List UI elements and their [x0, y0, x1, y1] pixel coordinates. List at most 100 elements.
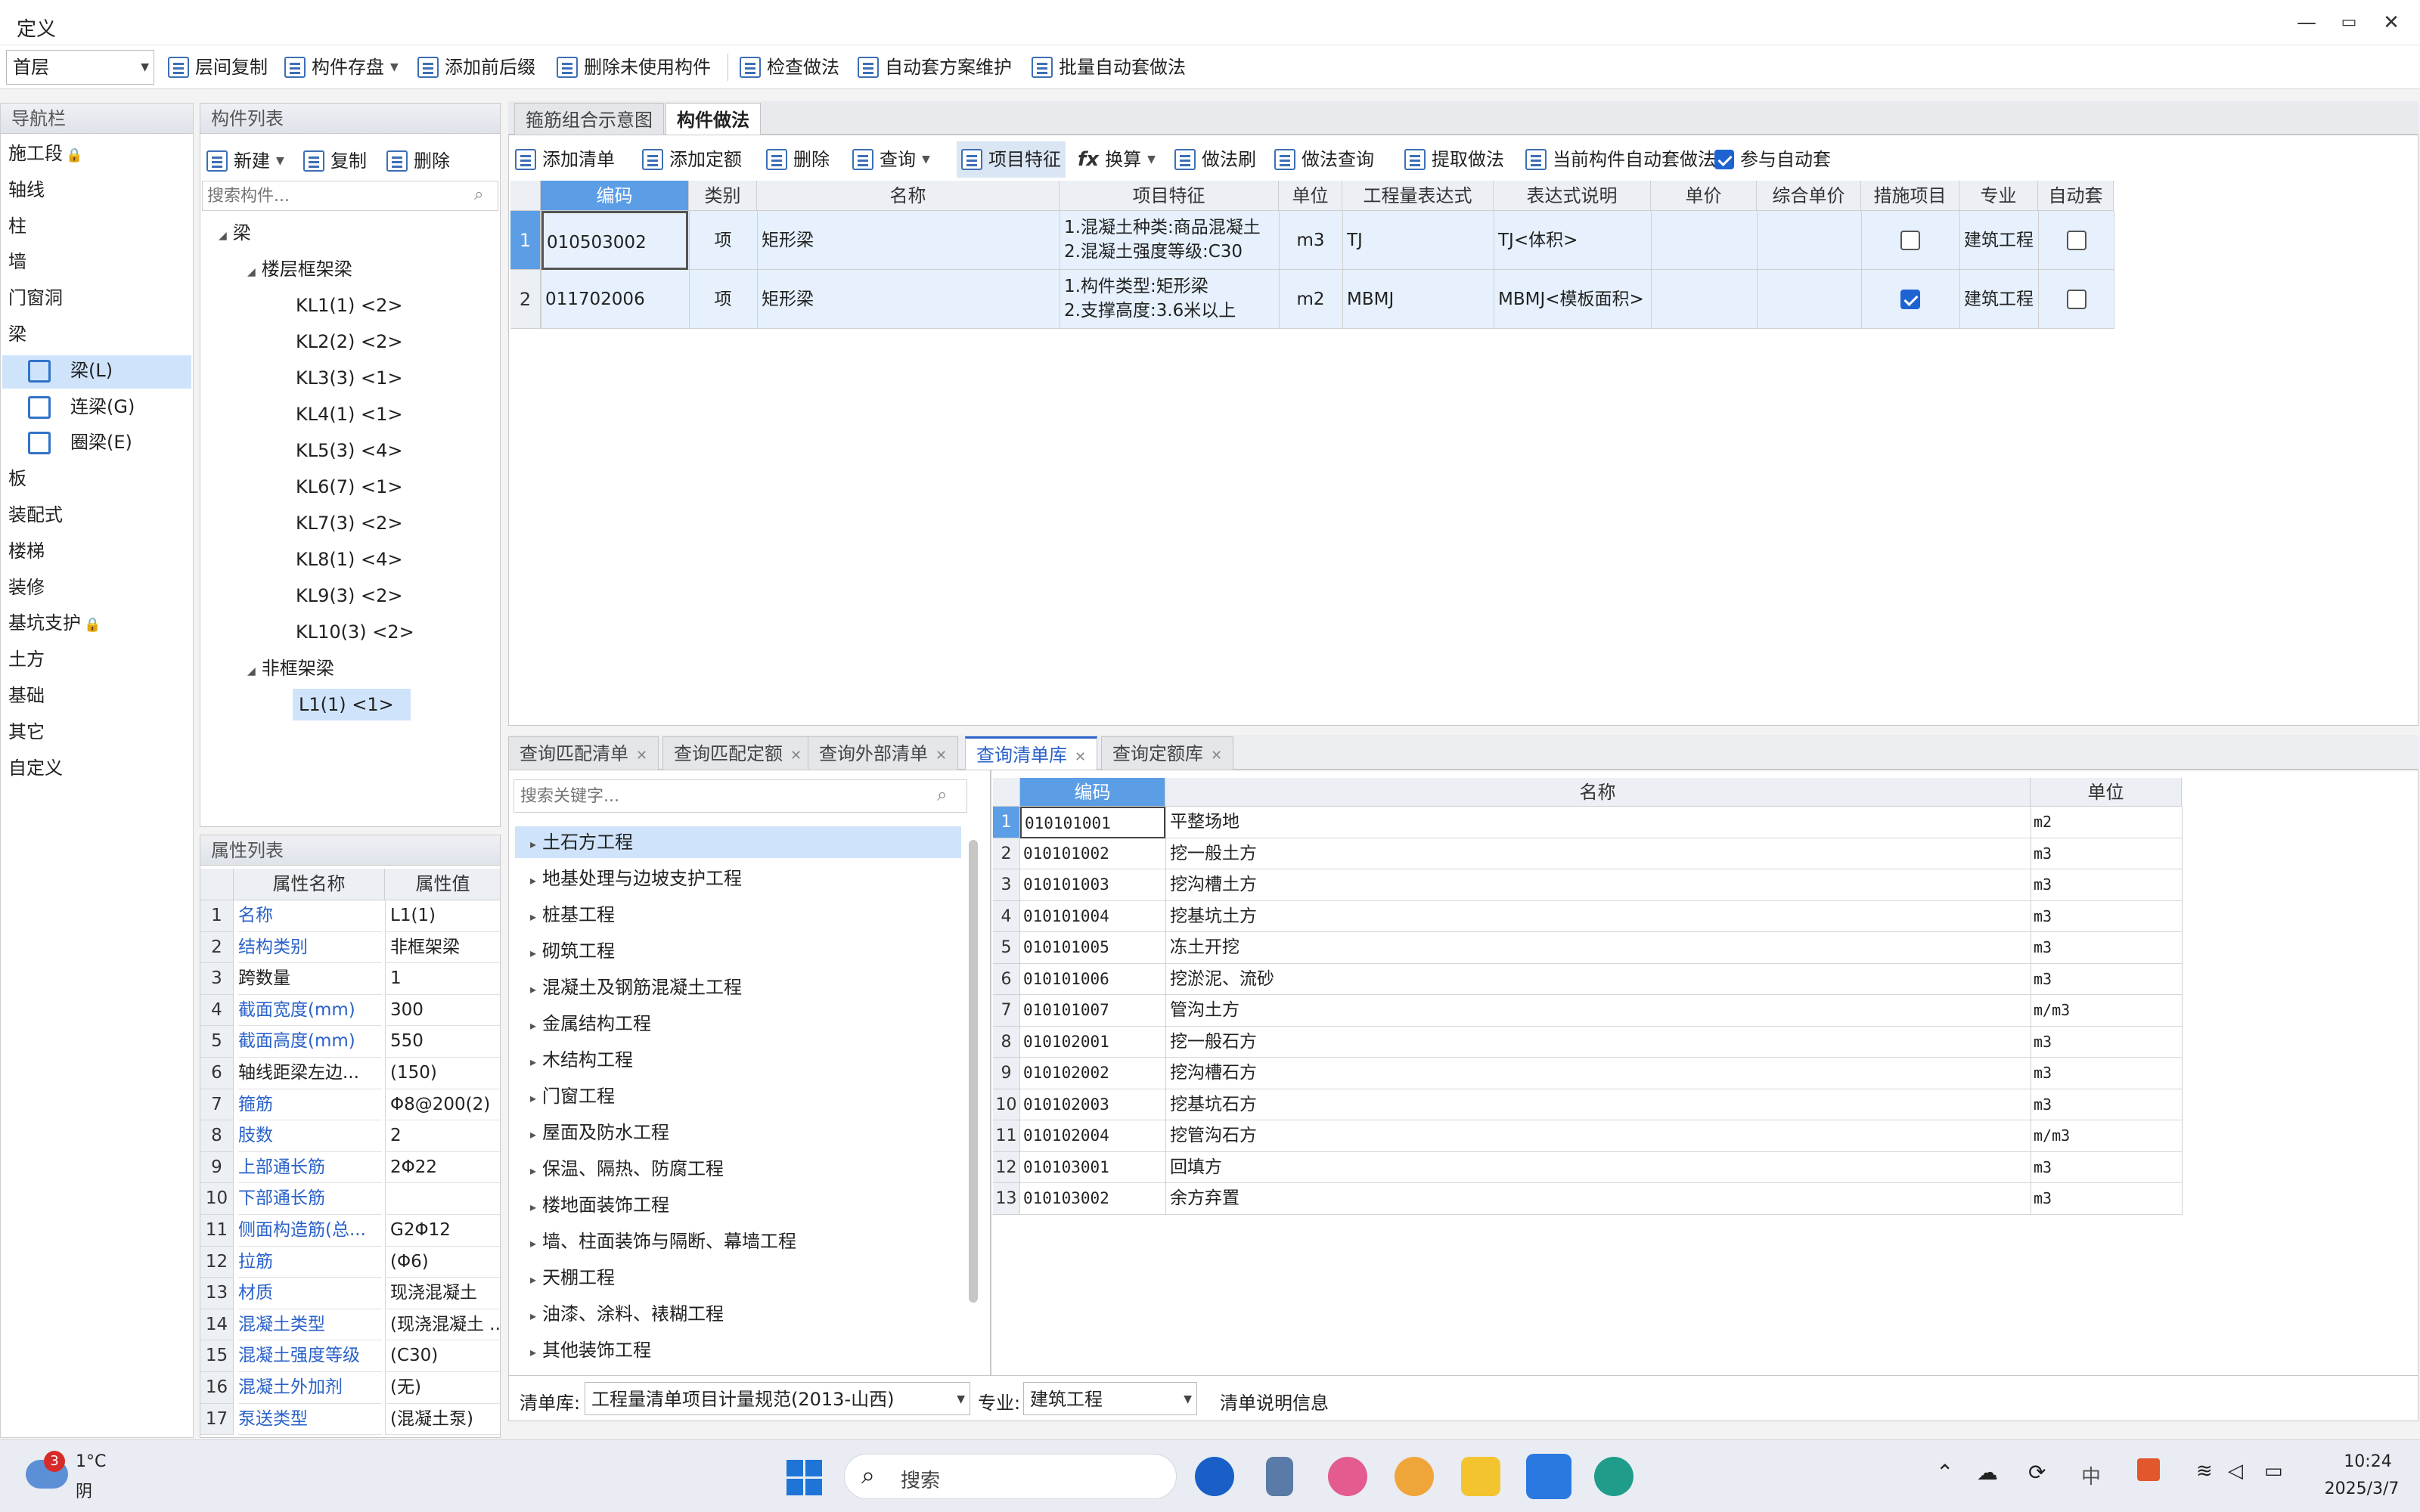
cell-unit[interactable]: m3 — [2034, 1089, 2179, 1121]
cell-desc[interactable]: MBMJ<模板面积> — [1498, 270, 1646, 329]
library-category[interactable]: ▸ 其他装饰工程 — [515, 1334, 961, 1366]
auto-scheme-button[interactable]: 自动套方案维护 — [858, 49, 1012, 85]
query-tab[interactable]: 查询匹配定额 ✕ — [662, 736, 814, 770]
cell-unit[interactable]: m3 — [2034, 838, 2179, 870]
library-category[interactable]: ▸ 桩基工程 — [515, 899, 961, 931]
save-component-button[interactable]: 构件存盘 ▼ — [284, 49, 399, 85]
cell-code[interactable]: 011702006 — [545, 270, 684, 329]
tab-component-method[interactable]: 构件做法 — [666, 103, 761, 136]
copy-floor-button[interactable]: 层间复制 — [168, 49, 268, 85]
bird-app-icon[interactable] — [1395, 1457, 1434, 1496]
cell-type[interactable]: 项 — [693, 211, 752, 270]
cell-unit[interactable]: m3 — [2034, 901, 2179, 933]
property-value[interactable]: 550 — [385, 1026, 500, 1058]
library-search-input[interactable] — [513, 779, 967, 813]
nav-item[interactable]: 板 — [8, 463, 187, 497]
checkbox[interactable] — [1714, 150, 1734, 169]
nav-item[interactable]: 梁(L) — [2, 355, 191, 389]
query-tab[interactable]: 查询匹配清单 ✕ — [508, 736, 659, 770]
cell-unit[interactable]: m3 — [2034, 932, 2179, 964]
splitter[interactable] — [990, 770, 991, 1375]
cell-code[interactable]: 010101002 — [1023, 838, 1162, 870]
nav-item[interactable]: 楼梯 — [8, 536, 187, 569]
property-value[interactable]: 现浇混凝土 — [385, 1278, 500, 1309]
library-category[interactable]: ▸ 土石方工程 — [515, 826, 961, 858]
cell-name[interactable]: 平整场地 — [1170, 807, 2026, 838]
nav-item[interactable]: 其它 — [8, 717, 187, 750]
library-select[interactable]: 工程量清单项目计量规范(2013-山西) ▼ — [585, 1382, 970, 1415]
cell-unit[interactable]: m3 — [2034, 869, 2179, 901]
chevron-up-icon[interactable]: ⌃ — [1936, 1460, 1953, 1485]
copy-component-button[interactable]: 复制 — [303, 143, 367, 179]
cell-name[interactable]: 挖基坑土方 — [1170, 901, 2026, 933]
cell-code[interactable]: 010101001 — [1020, 807, 1165, 838]
floor-select[interactable]: 首层 ▼ — [6, 50, 154, 85]
cell-code[interactable]: 010102002 — [1023, 1058, 1162, 1089]
nav-item[interactable]: 装配式 — [8, 500, 187, 533]
property-value[interactable]: (现浇混凝土 .. — [385, 1309, 500, 1341]
cell-major[interactable]: 建筑工程 — [1964, 270, 2034, 329]
property-value[interactable]: 2Φ22 — [385, 1151, 500, 1184]
auto-checkbox[interactable] — [2067, 231, 2086, 250]
library-category[interactable]: ▸ 天棚工程 — [515, 1262, 961, 1294]
close-icon[interactable]: ✕ — [636, 748, 647, 764]
tree-item[interactable]: KL4(1) <1> — [296, 398, 403, 430]
nav-item[interactable]: 柱 — [8, 211, 187, 244]
measure-checkbox[interactable] — [1900, 290, 1920, 309]
nav-item[interactable]: 轴线 — [8, 175, 187, 208]
nav-item[interactable]: 自定义 — [8, 753, 187, 786]
restore-button[interactable]: ▭ — [2326, 8, 2372, 38]
tree-group-nonframe[interactable]: ◢ 非框架梁 — [247, 652, 334, 687]
check-method-button[interactable]: 检查做法 — [740, 49, 839, 85]
battery-icon[interactable]: ▭ — [2264, 1460, 2283, 1483]
add-prefix-button[interactable]: 添加前后缀 — [417, 49, 535, 85]
nav-item[interactable]: 圈梁(E) — [2, 427, 191, 460]
property-value[interactable]: (无) — [385, 1372, 500, 1404]
nav-item[interactable]: 墙 — [8, 246, 187, 280]
item-feature-button[interactable]: 项目特征 — [957, 141, 1066, 178]
library-category[interactable]: ▸ 砌筑工程 — [515, 935, 961, 967]
method-query-button[interactable]: 做法查询 — [1274, 141, 1374, 178]
cell-unit[interactable]: m3 — [2034, 1152, 2179, 1184]
library-category[interactable]: ▸ 木结构工程 — [515, 1044, 961, 1076]
tree-item[interactable]: KL5(3) <4> — [296, 435, 403, 466]
query-tab[interactable]: 查询定额库 ✕ — [1101, 736, 1234, 770]
cell-name[interactable]: 冻土开挖 — [1170, 932, 2026, 964]
clock-time[interactable]: 10:24 — [2326, 1452, 2409, 1471]
cell-name[interactable]: 挖管沟石方 — [1170, 1120, 2026, 1152]
cell-name[interactable]: 挖一般石方 — [1170, 1027, 2026, 1058]
add-list-button[interactable]: 添加清单 — [515, 141, 615, 178]
close-icon[interactable]: ✕ — [935, 748, 947, 764]
library-category[interactable]: ▸ 屋面及防水工程 — [515, 1117, 961, 1148]
cell-name[interactable]: 挖淤泥、流砂 — [1170, 964, 2026, 996]
cell-code[interactable]: 010102004 — [1023, 1120, 1162, 1152]
cell-name[interactable]: 挖沟槽石方 — [1170, 1058, 2026, 1089]
library-category[interactable]: ▸ 墙、柱面装饰与隔断、幕墙工程 — [515, 1225, 961, 1257]
cell-code[interactable]: 010101005 — [1023, 932, 1162, 964]
extract-method-button[interactable]: 提取做法 — [1404, 141, 1504, 178]
onedrive-icon[interactable]: ☁ — [1977, 1460, 1998, 1485]
cell-unit[interactable]: m3 — [2034, 1183, 2179, 1215]
cell-price[interactable] — [1655, 270, 1752, 329]
cell-feature-line2[interactable]: 2.混凝土强度等级:C30 — [1064, 240, 1276, 264]
tree-item[interactable]: KL8(1) <4> — [296, 544, 403, 575]
cell-code[interactable]: 010101003 — [1023, 869, 1162, 901]
property-value[interactable]: 非框架梁 — [385, 931, 500, 964]
tree-item-selected[interactable]: L1(1) <1> — [293, 689, 411, 720]
tree-item[interactable]: KL9(3) <2> — [296, 580, 403, 612]
nav-item[interactable]: 梁 — [8, 319, 187, 352]
speaker-icon[interactable]: ◁ — [2228, 1460, 2243, 1483]
cell-unit[interactable]: m2 — [2034, 807, 2179, 838]
query-tab[interactable]: 查询外部清单 ✕ — [808, 736, 959, 770]
cell-unit[interactable]: m/m3 — [2034, 1120, 2179, 1152]
library-category[interactable]: ▸ 门窗工程 — [515, 1080, 961, 1112]
cell-code[interactable]: 010101007 — [1023, 995, 1162, 1027]
folder-icon[interactable] — [1461, 1457, 1500, 1496]
cell-desc[interactable]: TJ<体积> — [1498, 211, 1646, 270]
measure-checkbox[interactable] — [1900, 231, 1920, 250]
cell-feature-line1[interactable]: 1.混凝土种类:商品混凝土 — [1064, 215, 1276, 240]
tree-item[interactable]: KL6(7) <1> — [296, 471, 403, 503]
clock-date[interactable]: 2025/3/7 — [2314, 1479, 2409, 1498]
library-category[interactable]: ▸ 金属结构工程 — [515, 1008, 961, 1040]
cell-unit[interactable]: m3 — [1283, 211, 1338, 270]
